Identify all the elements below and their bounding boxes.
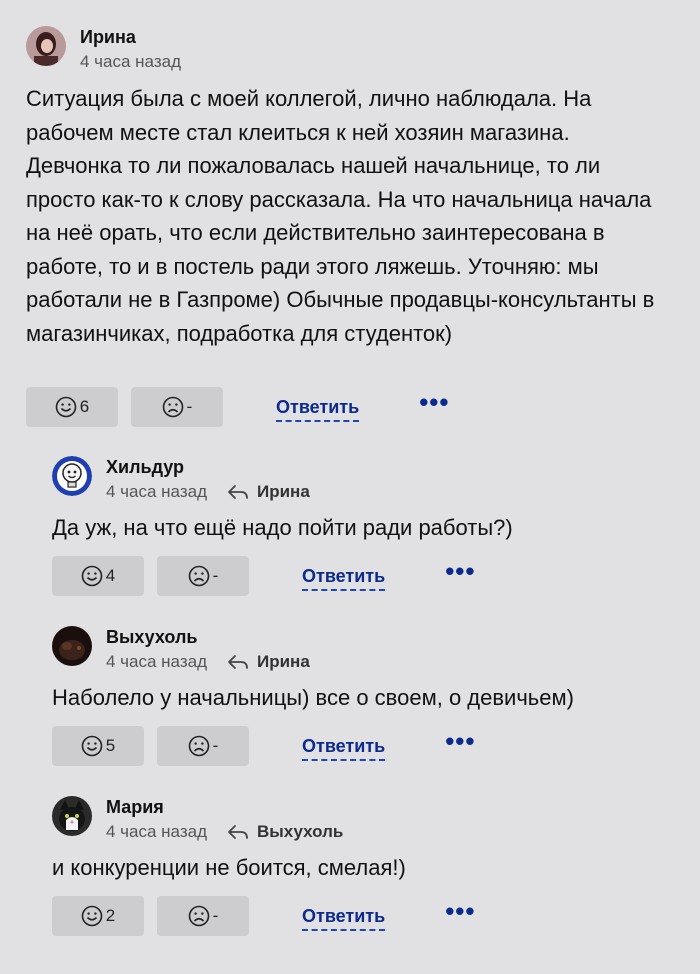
like-count: 4 [105, 566, 116, 585]
like-count: 6 [79, 397, 90, 416]
dislike-count: - [186, 397, 193, 416]
smile-icon [55, 396, 77, 418]
comment-actions: 5 - Ответить ••• [52, 726, 476, 766]
reply-to-name: Выхухоль [257, 822, 344, 841]
comment-actions: 6 - Ответить ••• [26, 387, 450, 427]
like-button[interactable]: 4 [52, 556, 144, 596]
timestamp[interactable]: 4 часа назад [106, 651, 207, 673]
dislike-button[interactable]: - [157, 556, 249, 596]
more-options-button[interactable]: ••• [445, 558, 475, 586]
like-button[interactable]: 2 [52, 896, 144, 936]
more-options-button[interactable]: ••• [445, 728, 475, 756]
smile-icon [81, 565, 103, 587]
comment-header: Выхухоль 4 часа назад Ирина [52, 626, 310, 673]
comment-actions: 2 - Ответить ••• [52, 896, 476, 936]
timestamp[interactable]: 4 часа назад [106, 481, 207, 503]
like-count: 5 [105, 736, 116, 755]
dislike-button[interactable]: - [157, 726, 249, 766]
like-count: 2 [105, 906, 116, 925]
reply-arrow-icon [228, 825, 248, 839]
comment-header: Хильдур 4 часа назад Ирина [52, 456, 310, 503]
reply-to-name: Ирина [257, 652, 310, 671]
reply-arrow-icon [228, 655, 248, 669]
reply-to-name: Ирина [257, 482, 310, 501]
comment-header: Ирина 4 часа назад [26, 26, 181, 73]
author-name[interactable]: Мария [106, 796, 343, 818]
avatar[interactable] [26, 26, 66, 66]
timestamp[interactable]: 4 часа назад [106, 821, 207, 843]
author-name[interactable]: Хильдур [106, 456, 310, 478]
reply-button[interactable]: Ответить [302, 565, 386, 591]
dislike-count: - [212, 566, 219, 585]
like-button[interactable]: 5 [52, 726, 144, 766]
comment-text: Да уж, на что ещё надо пойти ради работы… [52, 515, 513, 540]
reply-to-link[interactable]: Выхухоль [227, 821, 343, 843]
dislike-button[interactable]: - [157, 896, 249, 936]
dislike-button[interactable]: - [131, 387, 223, 427]
reply-button[interactable]: Ответить [302, 735, 386, 761]
like-button[interactable]: 6 [26, 387, 118, 427]
smile-icon [81, 905, 103, 927]
dislike-count: - [212, 736, 219, 755]
reply-to-link[interactable]: Ирина [227, 481, 310, 503]
comment-text: Ситуация была с моей коллегой, лично наб… [26, 86, 655, 346]
timestamp[interactable]: 4 часа назад [80, 51, 181, 73]
comment-header: Мария 4 часа назад Выхухоль [52, 796, 343, 843]
author-name[interactable]: Выхухоль [106, 626, 310, 648]
frown-icon [188, 905, 209, 927]
smile-icon [81, 735, 103, 757]
frown-icon [188, 565, 209, 587]
more-options-button[interactable]: ••• [445, 898, 475, 926]
frown-icon [188, 735, 209, 757]
avatar[interactable] [52, 626, 92, 666]
reply-button[interactable]: Ответить [302, 905, 386, 931]
avatar[interactable] [52, 456, 92, 496]
more-options-button[interactable]: ••• [419, 389, 449, 417]
reply-arrow-icon [228, 485, 248, 499]
comment-actions: 4 - Ответить ••• [52, 556, 476, 596]
avatar[interactable] [52, 796, 92, 836]
comment-text: Наболело у начальницы) все о своем, о де… [52, 685, 574, 710]
reply-to-link[interactable]: Ирина [227, 651, 310, 673]
author-name[interactable]: Ирина [80, 26, 181, 48]
reply-button[interactable]: Ответить [276, 396, 360, 422]
comment-text: и конкуренции не боится, смелая!) [52, 855, 406, 880]
frown-icon [162, 396, 183, 418]
dislike-count: - [212, 906, 219, 925]
